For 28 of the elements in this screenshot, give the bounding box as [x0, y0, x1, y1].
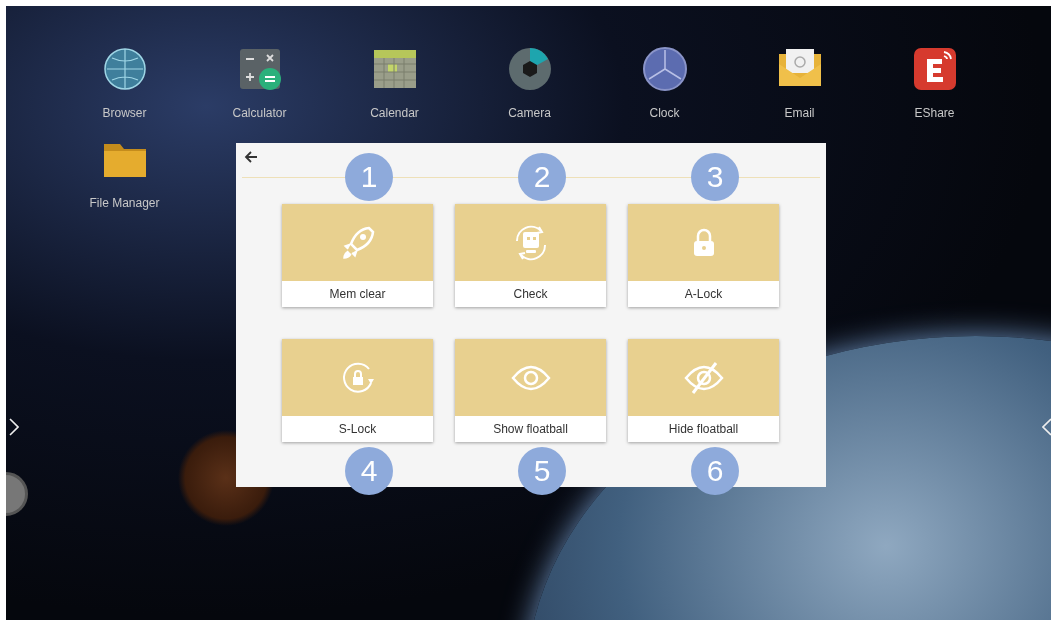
- number-badge: 2: [518, 153, 566, 201]
- tile-button[interactable]: A-Lock: [628, 204, 779, 307]
- app-label: Camera: [508, 106, 551, 120]
- app-shortcut[interactable]: Camera: [462, 46, 597, 120]
- app-label: Calendar: [370, 106, 419, 120]
- app-label: Email: [784, 106, 815, 120]
- app-label: Calculator: [232, 106, 287, 120]
- app-shortcut[interactable]: Browser: [57, 46, 192, 120]
- app-label: EShare: [914, 106, 955, 120]
- number-badge: 3: [691, 153, 739, 201]
- tile-button[interactable]: S-Lock: [282, 339, 433, 442]
- number-badge: 4: [345, 447, 393, 495]
- tile-button[interactable]: Mem clear: [282, 204, 433, 307]
- app-label: Clock: [649, 106, 680, 120]
- app-shortcut[interactable]: Email: [732, 46, 867, 120]
- number-badge: 5: [518, 447, 566, 495]
- app-label: Browser: [102, 106, 147, 120]
- app-shortcut[interactable]: Clock: [597, 46, 732, 120]
- app-shortcut[interactable]: Calendar: [327, 46, 462, 120]
- tile-button[interactable]: Check: [455, 204, 606, 307]
- app-label: File Manager: [89, 196, 160, 210]
- tile-button[interactable]: Show floatball: [455, 339, 606, 442]
- number-badge: 1: [345, 153, 393, 201]
- app-shortcut[interactable]: EShare: [867, 46, 1002, 120]
- tile-button[interactable]: Hide floatball: [628, 339, 779, 442]
- number-badge: 6: [691, 447, 739, 495]
- app-shortcut[interactable]: File Manager: [57, 136, 192, 210]
- app-shortcut[interactable]: Calculator: [192, 46, 327, 120]
